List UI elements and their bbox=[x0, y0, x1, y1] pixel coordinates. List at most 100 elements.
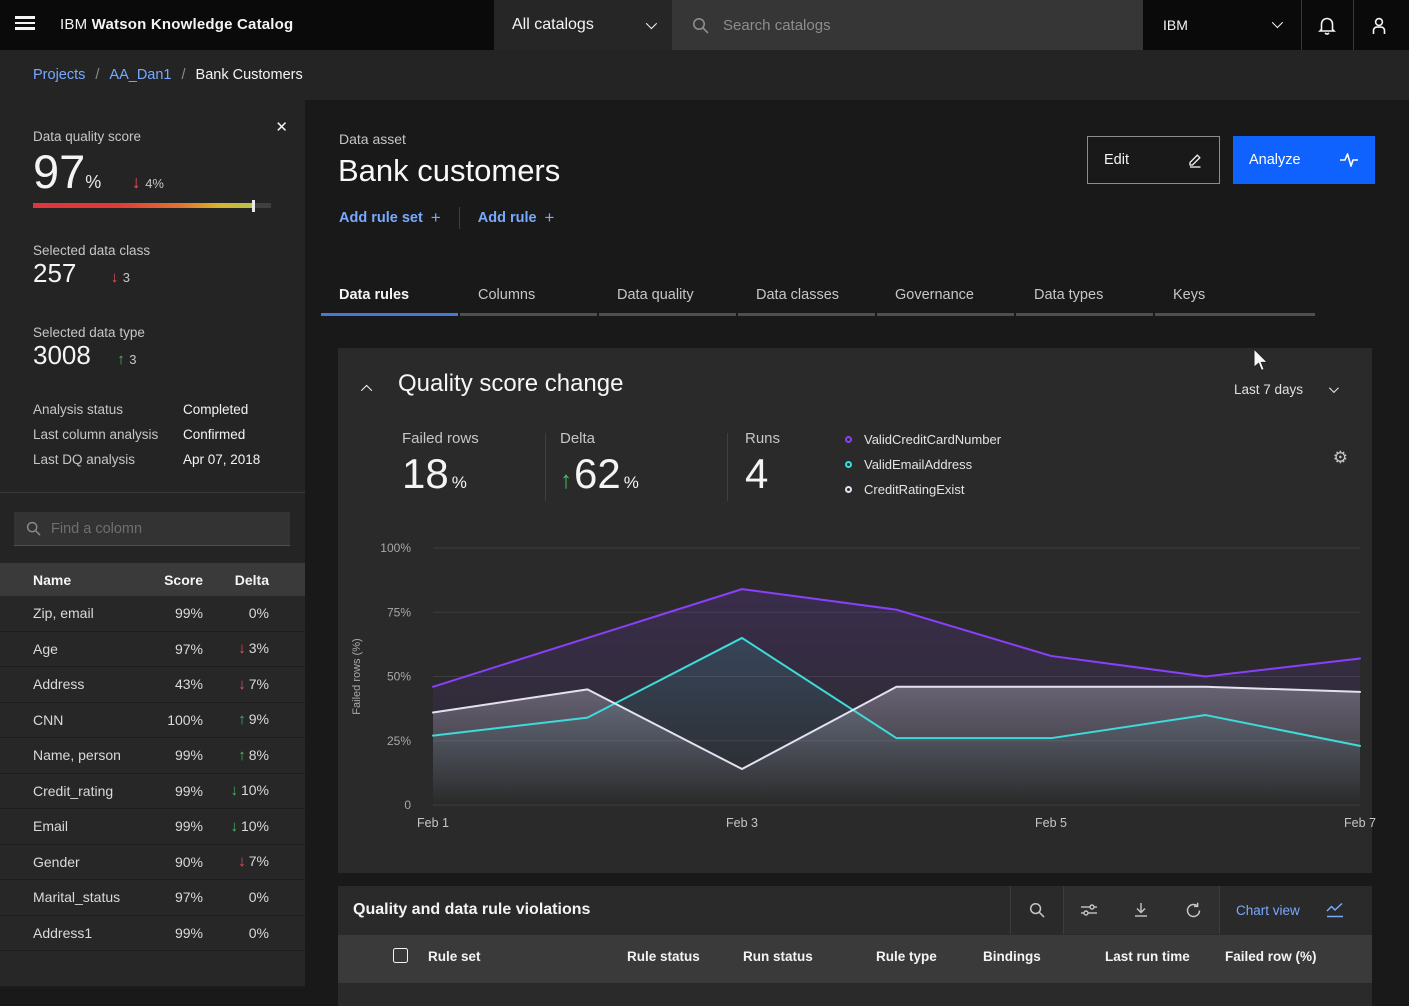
stat-delta: Delta↑62% bbox=[560, 430, 639, 495]
tab-governance[interactable]: Governance bbox=[877, 275, 1014, 316]
time-range-selector[interactable]: Last 7 days bbox=[1234, 382, 1336, 397]
download-button[interactable] bbox=[1115, 886, 1167, 934]
chevron-up-icon bbox=[361, 385, 372, 396]
up-arrow-icon: ↑ bbox=[117, 351, 125, 368]
column-name-cell: Marital_status bbox=[33, 889, 133, 905]
tab-keys[interactable]: Keys bbox=[1155, 275, 1315, 316]
chevron-down-icon bbox=[1329, 383, 1339, 393]
analyze-button[interactable]: Analyze bbox=[1233, 136, 1375, 184]
column-delta-cell: ↓7% bbox=[203, 676, 269, 693]
meta-label: Last column analysis bbox=[33, 427, 183, 442]
breadcrumb-item[interactable]: Projects bbox=[33, 67, 85, 83]
violations-column-header: Rule type bbox=[876, 949, 937, 964]
data-quality-sidebar: ✕ Data quality score 97% ↓ 4% Selected d… bbox=[0, 100, 305, 965]
tab-data-quality[interactable]: Data quality bbox=[599, 275, 736, 316]
tab-data-types[interactable]: Data types bbox=[1016, 275, 1153, 316]
filter-sliders-icon bbox=[1080, 902, 1098, 918]
column-delta-cell: ↑9% bbox=[203, 711, 269, 728]
tab-data-rules[interactable]: Data rules bbox=[321, 275, 458, 316]
svg-text:25%: 25% bbox=[387, 734, 411, 748]
chart-view-toggle[interactable]: Chart view bbox=[1236, 886, 1344, 934]
search-icon bbox=[1029, 902, 1045, 918]
meta-row: Last DQ analysisApr 07, 2018 bbox=[33, 452, 273, 467]
user-icon bbox=[1370, 16, 1388, 35]
table-row[interactable]: Name, person99%↑8% bbox=[0, 738, 305, 774]
legend-item[interactable]: CreditRatingExist bbox=[845, 482, 1001, 497]
meta-label: Analysis status bbox=[33, 402, 183, 417]
gear-icon[interactable]: ⚙ bbox=[1333, 448, 1348, 468]
legend-dot bbox=[845, 461, 852, 468]
svg-text:50%: 50% bbox=[387, 670, 411, 684]
chevron-down-icon bbox=[646, 18, 657, 29]
table-row[interactable]: CNN100%↑9% bbox=[0, 703, 305, 739]
table-row[interactable]: Credit_rating99%↓10% bbox=[0, 774, 305, 810]
tab-label: Data classes bbox=[756, 287, 875, 303]
breadcrumb-item[interactable]: AA_Dan1 bbox=[109, 67, 171, 83]
column-name-cell: Gender bbox=[33, 854, 133, 870]
table-row[interactable]: Zip, email99%0% bbox=[0, 596, 305, 632]
column-name-cell: Age bbox=[33, 641, 133, 657]
violations-column-header: Rule status bbox=[627, 949, 700, 964]
divider bbox=[0, 492, 305, 493]
tab-columns[interactable]: Columns bbox=[460, 275, 597, 316]
down-arrow-icon: ↓ bbox=[238, 676, 246, 693]
up-arrow-icon: ↑ bbox=[238, 711, 246, 728]
app-brand-name: Watson Knowledge Catalog bbox=[92, 16, 294, 33]
global-search[interactable]: Search catalogs bbox=[672, 0, 1143, 50]
analyze-pulse-icon bbox=[1339, 152, 1359, 168]
table-row[interactable]: Gender90%↓7% bbox=[0, 845, 305, 881]
tab-data-classes[interactable]: Data classes bbox=[738, 275, 875, 316]
notifications-button[interactable] bbox=[1301, 0, 1353, 50]
legend-item[interactable]: ValidCreditCardNumber bbox=[845, 432, 1001, 447]
edit-button[interactable]: Edit bbox=[1087, 136, 1220, 184]
table-search-button[interactable] bbox=[1011, 886, 1063, 934]
breadcrumb: Projects/AA_Dan1/Bank Customers bbox=[0, 50, 1409, 100]
svg-text:Feb 1: Feb 1 bbox=[417, 816, 449, 830]
column-header: Score bbox=[133, 572, 203, 588]
chart-view-icon bbox=[1326, 902, 1344, 918]
legend-dot bbox=[845, 486, 852, 493]
profile-button[interactable] bbox=[1353, 0, 1405, 50]
collapse-section-button[interactable] bbox=[364, 380, 372, 398]
table-row[interactable]: Email99%↓10% bbox=[0, 809, 305, 845]
account-menu-label[interactable]: IBM bbox=[1163, 17, 1188, 33]
add-rule-link[interactable]: Add rule+ bbox=[478, 208, 555, 228]
column-score-cell: 100% bbox=[133, 712, 203, 728]
search-icon bbox=[26, 521, 41, 536]
quality-score-panel: Quality score change Last 7 days Failed … bbox=[338, 348, 1372, 873]
meta-value: Apr 07, 2018 bbox=[183, 452, 260, 467]
legend-item[interactable]: ValidEmailAddress bbox=[845, 457, 1001, 472]
stat-unit: % bbox=[624, 473, 639, 492]
quality-line-chart: 025%50%75%100%Feb 1Feb 3Feb 5Feb 7Failed… bbox=[338, 530, 1372, 860]
down-arrow-icon: ↓ bbox=[238, 853, 246, 870]
close-icon[interactable]: ✕ bbox=[275, 118, 288, 136]
svg-text:Feb 3: Feb 3 bbox=[726, 816, 758, 830]
table-row[interactable]: Age97%↓3% bbox=[0, 632, 305, 668]
column-score-cell: 97% bbox=[133, 641, 203, 657]
table-row[interactable]: Marital_status97%0% bbox=[0, 880, 305, 916]
quality-score-gauge bbox=[33, 203, 271, 208]
table-row[interactable] bbox=[0, 951, 305, 987]
violations-table-header: Rule setRule statusRun statusRule typeBi… bbox=[338, 935, 1372, 983]
hamburger-menu-icon[interactable] bbox=[15, 16, 35, 33]
column-delta-cell: ↑8% bbox=[203, 747, 269, 764]
stat-runs: Runs4 bbox=[745, 430, 780, 495]
table-row[interactable]: Address199%0% bbox=[0, 916, 305, 952]
table-row[interactable]: Address43%↓7% bbox=[0, 667, 305, 703]
column-score-cell: 99% bbox=[133, 818, 203, 834]
find-column-input[interactable]: Find a colomn bbox=[14, 512, 290, 546]
catalog-selector[interactable]: All catalogs bbox=[494, 0, 672, 50]
add-rule-set-link[interactable]: Add rule set+ bbox=[339, 208, 441, 228]
table-header-row: NameScoreDelta bbox=[0, 563, 305, 596]
filter-button[interactable] bbox=[1063, 886, 1115, 934]
search-placeholder: Search catalogs bbox=[723, 17, 831, 34]
chart-legend: ValidCreditCardNumber ValidEmailAddress Cr… bbox=[845, 432, 1001, 497]
chart-view-label: Chart view bbox=[1236, 903, 1300, 918]
refresh-button[interactable] bbox=[1167, 886, 1219, 934]
down-arrow-icon: ↓ bbox=[230, 818, 238, 835]
plus-icon: + bbox=[431, 208, 441, 228]
gauge-marker bbox=[252, 200, 255, 212]
chevron-down-icon[interactable] bbox=[1272, 17, 1283, 28]
select-all-checkbox[interactable] bbox=[393, 948, 408, 963]
chart-title: Quality score change bbox=[398, 370, 623, 398]
